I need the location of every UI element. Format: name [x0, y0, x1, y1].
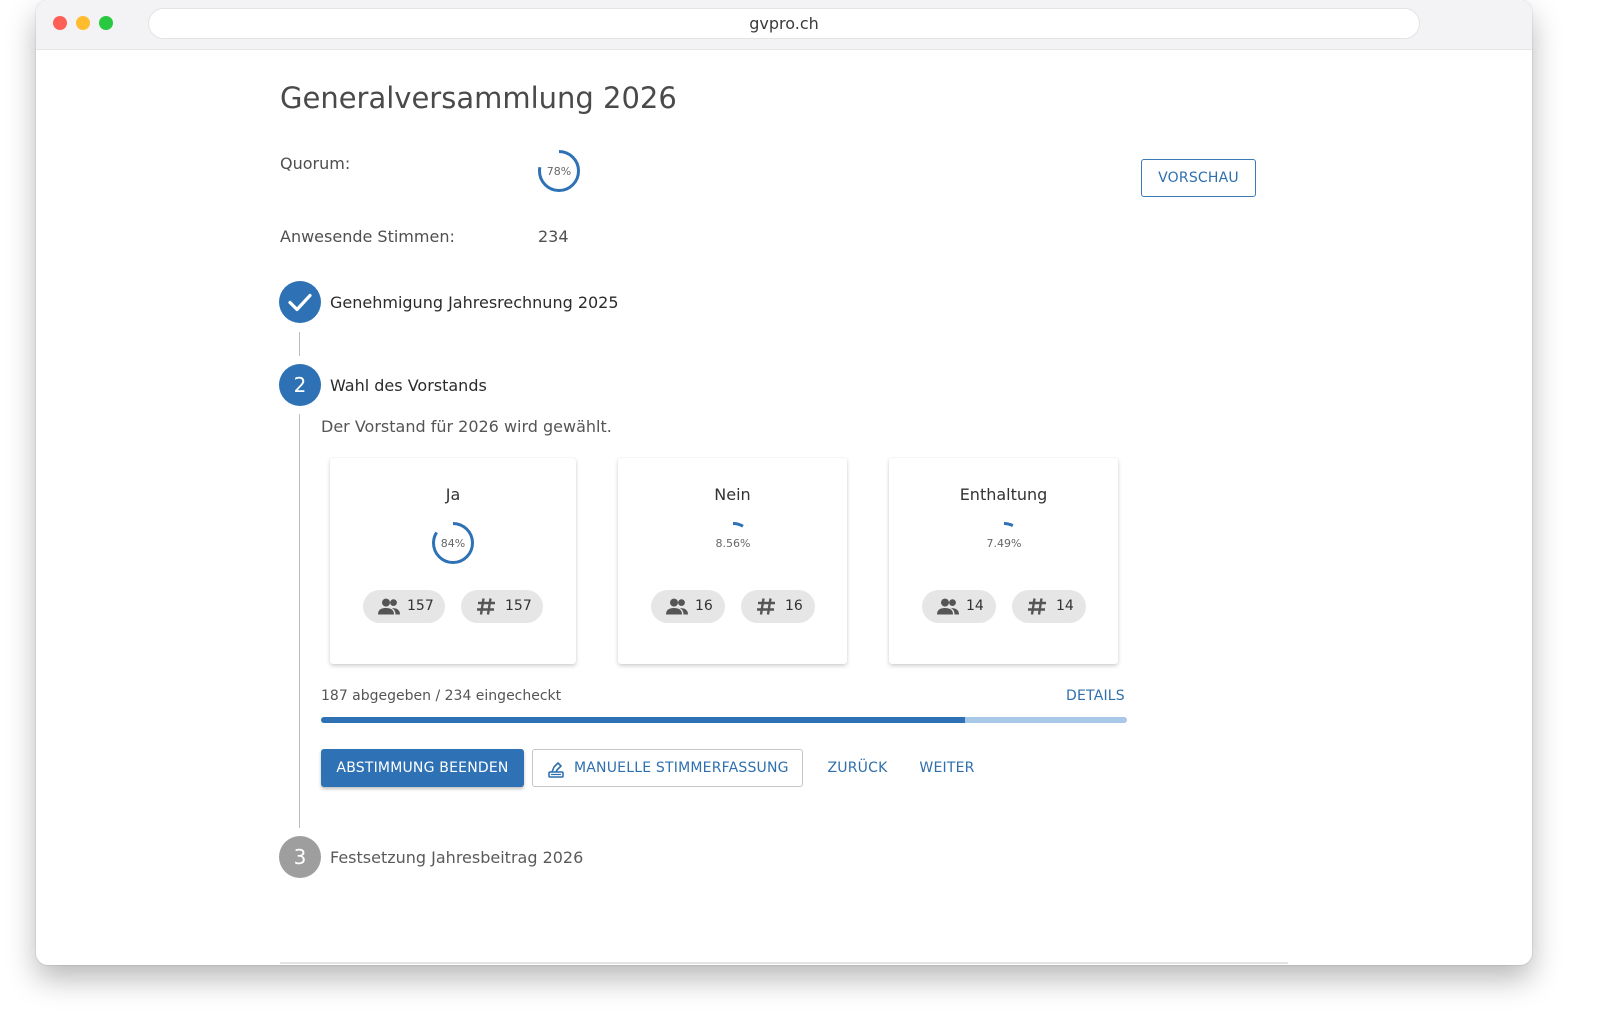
page-title: Generalversammlung 2026 [280, 81, 677, 115]
hash-icon [1028, 598, 1046, 615]
manual-entry-label: MANUELLE STIMMERFASSUNG [574, 760, 789, 776]
details-link[interactable]: DETAILS [1066, 688, 1125, 704]
votes-label: Anwesende Stimmen: [280, 227, 455, 246]
hash-icon [757, 598, 775, 615]
back-button[interactable]: ZURÜCK [820, 749, 895, 787]
address-bar[interactable]: gvpro.ch [148, 8, 1420, 39]
step-connector [299, 332, 300, 356]
option-label: Ja [445, 485, 461, 504]
option-percent: 8.56% [715, 537, 750, 550]
votes-value: 234 [538, 227, 569, 246]
option-progress-ring: 7.49% [982, 522, 1025, 564]
option-percent: 7.49% [986, 537, 1021, 550]
manual-entry-button[interactable]: MANUELLE STIMMERFASSUNG [532, 749, 803, 787]
vote-progress-fill [321, 717, 965, 723]
group-icon [937, 598, 959, 615]
close-window-button[interactable] [53, 16, 67, 30]
persons-chip: 16 [651, 590, 725, 623]
minimize-window-button[interactable] [76, 16, 90, 30]
step-2-number: 2 [279, 364, 321, 406]
quorum-percent: 78% [547, 165, 571, 178]
option-card-ja: Ja 84% 157 157 [330, 458, 576, 664]
persons-count: 16 [695, 598, 713, 614]
option-progress-ring: 84% [432, 522, 474, 564]
check-icon [288, 293, 312, 312]
votes-count: 157 [505, 598, 532, 614]
count-chip: 14 [1012, 590, 1086, 623]
count-chip: 16 [741, 590, 815, 623]
option-label: Nein [714, 485, 751, 504]
hash-icon [477, 598, 495, 615]
step-3-title[interactable]: Festsetzung Jahresbeitrag 2026 [330, 848, 583, 867]
persons-chip: 157 [363, 590, 445, 623]
ballot-box-icon [548, 762, 564, 778]
step-1-done-indicator [279, 281, 321, 323]
end-vote-button[interactable]: ABSTIMMUNG BEENDEN [321, 749, 524, 787]
quorum-label: Quorum: [280, 154, 351, 173]
vote-progress-text: 187 abgegeben / 234 eingecheckt [321, 688, 562, 704]
vote-progress-bar [321, 717, 1127, 723]
page-content: Generalversammlung 2026 Quorum: 78% VORS… [36, 50, 1532, 965]
group-icon [378, 598, 400, 615]
browser-window: gvpro.ch Generalversammlung 2026 Quorum:… [36, 0, 1532, 965]
count-chip: 157 [461, 590, 543, 623]
step-1-title[interactable]: Genehmigung Jahresrechnung 2025 [330, 293, 619, 312]
step-3-number: 3 [279, 836, 321, 878]
option-label: Enthaltung [959, 485, 1048, 504]
persons-count: 157 [407, 598, 434, 614]
maximize-window-button[interactable] [99, 16, 113, 30]
persons-chip: 14 [922, 590, 996, 623]
option-card-nein: Nein 8.56% 16 16 [618, 458, 847, 664]
group-icon [666, 598, 688, 615]
option-percent: 84% [441, 537, 465, 550]
step-2-title[interactable]: Wahl des Vorstands [330, 376, 487, 395]
quorum-progress-ring: 78% [538, 150, 580, 192]
next-button[interactable]: WEITER [912, 749, 982, 787]
persons-count: 14 [966, 598, 984, 614]
votes-count: 14 [1056, 598, 1074, 614]
option-progress-ring: 8.56% [711, 522, 754, 564]
step-content-line [299, 414, 300, 828]
step-2-description: Der Vorstand für 2026 wird gewählt. [321, 417, 612, 436]
preview-button[interactable]: VORSCHAU [1141, 159, 1256, 197]
browser-titlebar: gvpro.ch [36, 0, 1532, 50]
option-card-enthaltung: Enthaltung 7.49% 14 14 [889, 458, 1118, 664]
bottom-divider [280, 962, 1288, 964]
votes-count: 16 [785, 598, 803, 614]
